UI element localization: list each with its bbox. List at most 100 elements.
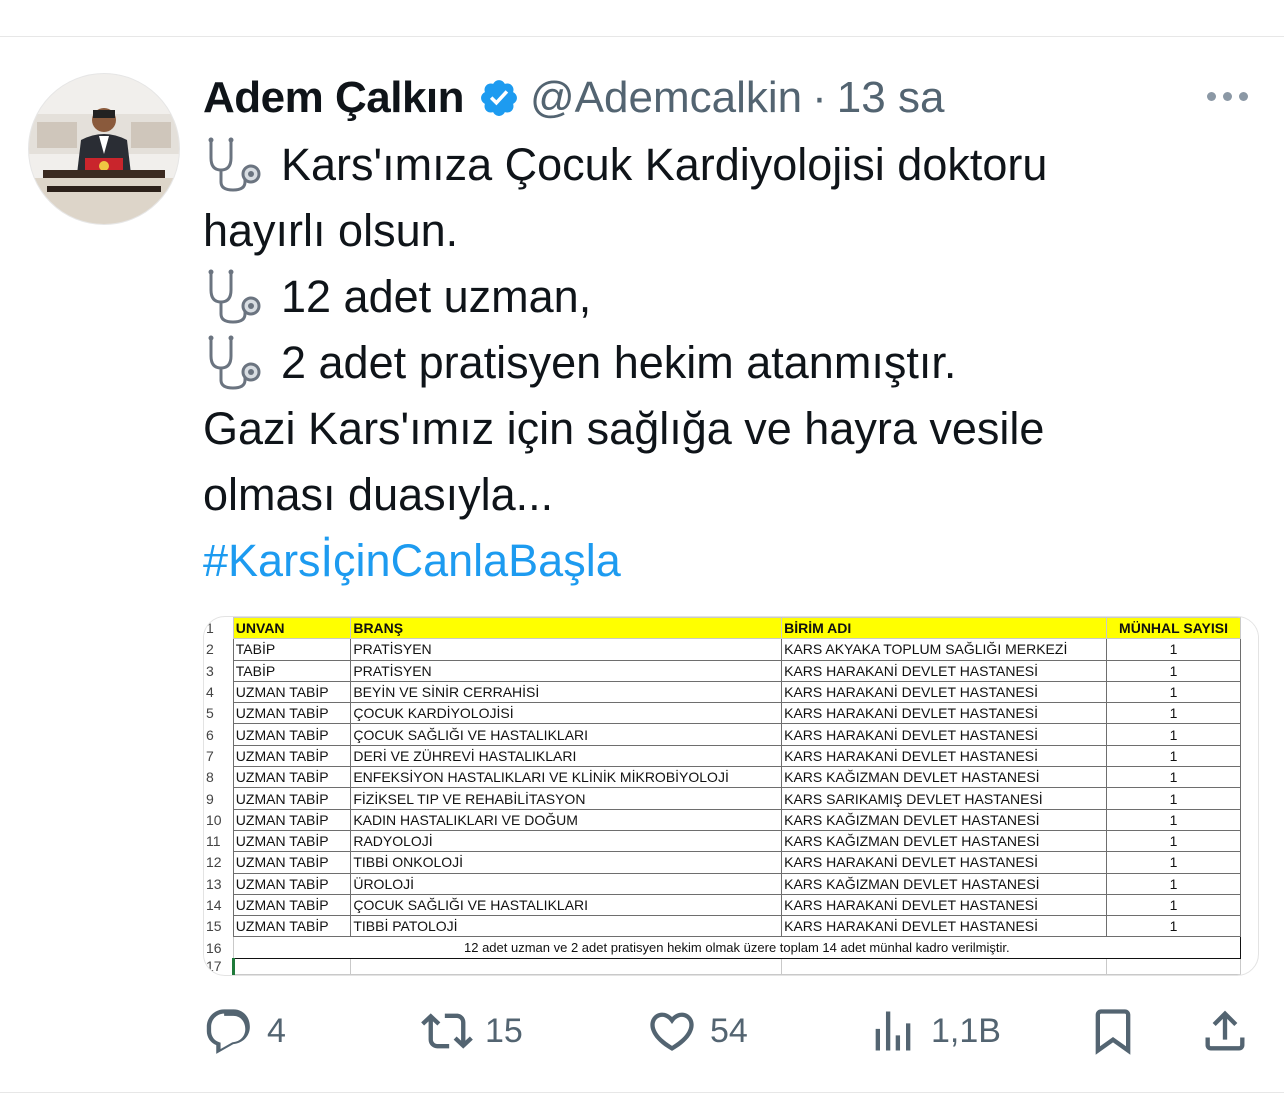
header-brans: BRANŞ [350,617,783,640]
cell-munhal: 1 [1106,723,1241,746]
cell-unvan: UZMAN TABİP [232,829,352,853]
row-number: 8 [204,766,234,788]
views-icon [875,1011,911,1051]
header-unvan: UNVAN [232,617,352,640]
cell-brans: PRATİSYEN [350,638,783,661]
views-count: 1,1B [931,1011,1001,1050]
table-row: 2 TABİP PRATİSYEN KARS AKYAKA TOPLUM SAĞLIĞ… [204,638,1258,661]
cell-birim: KARS KAĞIZMAN DEVLET HASTANESİ [781,872,1108,895]
tweet-line-6: olması duasıyla... [203,469,554,520]
cell-munhal: 1 [1106,787,1241,810]
empty-cell [1239,617,1258,639]
table-row: 15 UZMAN TABİP TIBBİ PATOLOJİ KARS HARAKANİ… [204,915,1258,938]
author-name[interactable]: Adem Çalkın [203,73,465,123]
retweet-count: 15 [485,1011,523,1050]
retweet-button[interactable]: 15 [421,1004,523,1058]
cell-munhal: 1 [1106,680,1241,704]
tweet-line-4: 2 adet pratisyen hekim atanmıştır. [281,337,957,388]
table-row: 10 UZMAN TABİP KADIN HASTALIKLARI VE DOĞUM… [204,808,1258,831]
empty-cell [1240,937,1258,958]
spreadsheet-table: 1 UNVAN BRANŞ BİRİM ADI MÜNHAL SAYISI 2T… [204,617,1258,975]
cell-birim: KARS KAĞIZMAN DEVLET HASTANESİ [781,808,1108,831]
author-handle[interactable]: @Ademcalkin [530,73,802,123]
cell-munhal: 1 [1106,829,1241,853]
views-button[interactable]: 1,1B [867,1004,1001,1058]
tweet-text: Kars'ımıza Çocuk Kardiyolojisi doktoru h… [203,132,1243,594]
row-number: 1 [204,617,234,639]
like-button[interactable]: 54 [646,1004,748,1058]
table-row: 4 UZMAN TABİP BEYİN VE SİNİR CERRAHİSİ KARS… [204,680,1258,704]
table-row: 5 UZMAN TABİP ÇOCUK KARDİYOLOJİSİ KARS HARA… [204,702,1258,725]
tweet-media-image[interactable]: 1 UNVAN BRANŞ BİRİM ADI MÜNHAL SAYISI 2T… [203,616,1259,976]
cell-birim: KARS HARAKANİ DEVLET HASTANESİ [781,723,1108,746]
hashtag-link[interactable]: #KarsİçinCanlaBaşla [203,528,621,594]
cell-unvan: UZMAN TABİP [232,723,352,746]
empty-cell [350,957,783,975]
table-header-row: 1 UNVAN BRANŞ BİRİM ADI MÜNHAL SAYISI [204,617,1258,640]
cell-munhal: 1 [1106,851,1241,874]
more-icon[interactable] [1207,84,1253,108]
empty-cell [1240,916,1258,937]
cell-unvan: UZMAN TABİP [232,872,352,895]
cell-munhal: 1 [1106,915,1241,938]
cell-brans: KADIN HASTALIKLARI VE DOĞUM [350,808,783,831]
stethoscope-icon [208,269,261,324]
avatar[interactable] [28,73,180,225]
bookmark-button[interactable] [1087,1004,1139,1058]
reply-button[interactable]: 4 [203,1004,286,1058]
row-number: 13 [204,873,234,895]
active-cell [231,957,352,975]
cell-brans: RADYOLOJİ [350,829,783,853]
cell-munhal: 1 [1106,893,1241,917]
reply-icon [206,1009,250,1054]
cell-unvan: TABİP [232,659,352,682]
tweet-line-5: Gazi Kars'ımız için sağlığa ve hayra ves… [203,403,1045,454]
row-number: 10 [204,809,234,831]
cell-brans: ENFEKSİYON HASTALIKLARI VE KLİNİK MİKROB… [350,766,783,789]
table-row: 12 UZMAN TABİP TIBBİ ONKOLOJİ KARS HARAKANİ… [204,851,1258,874]
table-row: 13 UZMAN TABİP ÜROLOJİ KARS KAĞIZMAN DEVLET… [204,872,1258,895]
cell-munhal: 1 [1106,659,1241,682]
cell-unvan: UZMAN TABİP [232,787,352,810]
separator-dot: · [812,73,827,122]
row-number: 3 [204,660,234,682]
table-row: 3 TABİP PRATİSYEN KARS HARAKANİ DEVLET HAST… [204,659,1258,682]
cell-birim: KARS SARIKAMIŞ DEVLET HASTANESİ [781,787,1108,810]
cell-birim: KARS HARAKANİ DEVLET HASTANESİ [781,851,1108,874]
table-row: 8 UZMAN TABİP ENFEKSİYON HASTALIKLARI VE K… [204,766,1258,789]
like-count: 54 [710,1011,748,1050]
empty-cell [1240,724,1258,745]
cell-brans: DERİ VE ZÜHREVİ HASTALIKLARI [350,744,783,768]
cell-brans: TIBBİ ONKOLOJİ [350,851,783,874]
empty-cell [1106,957,1241,975]
empty-cell [1240,703,1258,724]
cell-birim: KARS HARAKANİ DEVLET HASTANESİ [781,744,1108,768]
row-number: 5 [204,702,234,724]
stethoscope-icon [208,137,261,192]
empty-cell [1240,852,1258,873]
cell-munhal: 1 [1106,744,1241,768]
timestamp[interactable]: 13 sa [837,73,945,123]
cell-birim: KARS KAĞIZMAN DEVLET HASTANESİ [781,766,1108,789]
row-number: 9 [204,787,234,810]
table-row: 17 [204,957,1258,975]
bookmark-icon [1095,1009,1131,1055]
empty-cell [1240,767,1258,788]
cell-birim: KARS AKYAKA TOPLUM SAĞLIĞI MERKEZİ [781,638,1108,661]
share-button[interactable] [1199,1004,1251,1058]
spreadsheet: 1 UNVAN BRANŞ BİRİM ADI MÜNHAL SAYISI 2T… [204,617,1258,975]
row-number: 14 [204,894,234,916]
cell-brans: PRATİSYEN [350,659,783,682]
table-body: 2 TABİP PRATİSYEN KARS AKYAKA TOPLUM SAĞLIĞ… [204,638,1258,938]
empty-cell [1240,639,1258,660]
empty-cell [1240,958,1258,974]
empty-cell [1240,745,1258,766]
share-icon [1205,1010,1245,1051]
cell-unvan: UZMAN TABİP [232,680,352,704]
cell-birim: KARS HARAKANİ DEVLET HASTANESİ [781,702,1108,725]
empty-cell [1240,809,1258,830]
table-row: 14 UZMAN TABİP ÇOCUK SAĞLIĞI VE HASTALIKLA… [204,893,1258,917]
cell-birim: KARS HARAKANİ DEVLET HASTANESİ [781,659,1108,682]
cell-munhal: 1 [1106,808,1241,831]
cell-birim: KARS KAĞIZMAN DEVLET HASTANESİ [781,829,1108,853]
